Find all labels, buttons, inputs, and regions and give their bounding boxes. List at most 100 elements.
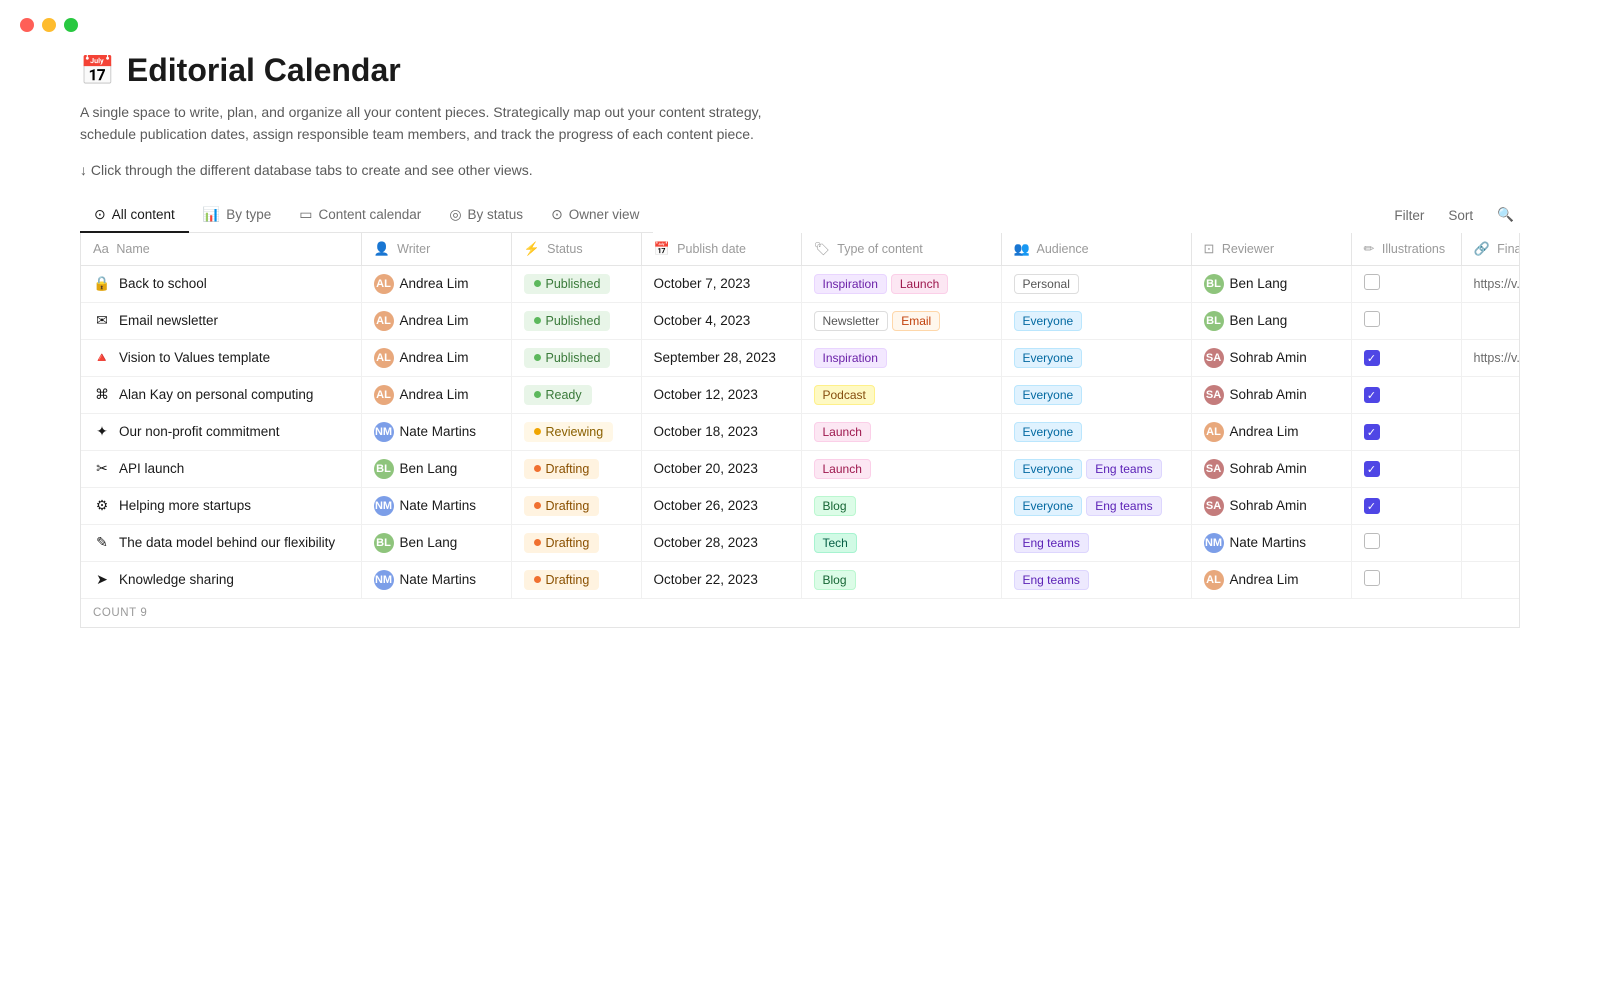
cell-name[interactable]: 🔺Vision to Values template	[81, 339, 361, 376]
col-header-audience[interactable]: 👥 Audience	[1001, 233, 1191, 266]
maximize-button[interactable]	[64, 18, 78, 32]
reviewer-name: Sohrab Amin	[1230, 498, 1307, 513]
cell-name[interactable]: ✦Our non-profit commitment	[81, 413, 361, 450]
tab-owner-view[interactable]: ⊙ Owner view	[537, 198, 653, 233]
cell-status[interactable]: Drafting	[511, 561, 641, 598]
type-tag: Blog	[814, 570, 856, 590]
cell-illustrations[interactable]	[1351, 561, 1461, 598]
table-row[interactable]: ✦Our non-profit commitmentNMNate Martins…	[81, 413, 1520, 450]
tab-all-content[interactable]: ⊙ All content	[80, 198, 189, 233]
sort-button[interactable]: Sort	[1442, 204, 1479, 227]
col-header-type[interactable]: 🏷 Type of content	[801, 233, 1001, 266]
table-row[interactable]: ✎The data model behind our flexibilityBL…	[81, 524, 1520, 561]
cell-writer: NMNate Martins	[361, 487, 511, 524]
cell-type: InspirationLaunch	[801, 265, 1001, 302]
table-row[interactable]: ⚙Helping more startupsNMNate MartinsDraf…	[81, 487, 1520, 524]
col-header-writer[interactable]: 👤 Writer	[361, 233, 511, 266]
cell-publish-date: September 28, 2023	[641, 339, 801, 376]
illustrations-checkbox[interactable]	[1364, 533, 1380, 549]
filter-button[interactable]: Filter	[1388, 204, 1430, 227]
cell-audience: Eng teams	[1001, 561, 1191, 598]
illustrations-checkbox[interactable]: ✓	[1364, 350, 1380, 366]
status-dot	[534, 280, 541, 287]
col-header-name[interactable]: Aa Name	[81, 233, 361, 266]
cell-status[interactable]: Reviewing	[511, 413, 641, 450]
publish-date-text: October 4, 2023	[654, 313, 751, 328]
cell-illustrations[interactable]: ✓	[1351, 339, 1461, 376]
table-row[interactable]: 🔒Back to schoolALAndrea LimPublishedOcto…	[81, 265, 1520, 302]
cell-name[interactable]: ✂API launch	[81, 450, 361, 487]
cell-status[interactable]: Ready	[511, 376, 641, 413]
col-header-illustrations[interactable]: ✏ Illustrations	[1351, 233, 1461, 266]
cell-illustrations[interactable]	[1351, 265, 1461, 302]
cell-audience: Everyone	[1001, 413, 1191, 450]
reviewer-name: Sohrab Amin	[1230, 387, 1307, 402]
cell-illustrations[interactable]	[1351, 302, 1461, 339]
status-label: Reviewing	[546, 425, 604, 439]
final-url-text[interactable]: https://v...	[1474, 351, 1521, 365]
cell-status[interactable]: Published	[511, 265, 641, 302]
cell-publish-date: October 18, 2023	[641, 413, 801, 450]
cell-name[interactable]: ➤Knowledge sharing	[81, 561, 361, 598]
cell-final-url	[1461, 413, 1520, 450]
publish-date-text: September 28, 2023	[654, 350, 776, 365]
cell-name[interactable]: 🔒Back to school	[81, 265, 361, 302]
cell-illustrations[interactable]: ✓	[1351, 413, 1461, 450]
cell-name[interactable]: ⚙Helping more startups	[81, 487, 361, 524]
cell-status[interactable]: Drafting	[511, 450, 641, 487]
illustrations-checkbox[interactable]	[1364, 570, 1380, 586]
writer-name: Ben Lang	[400, 461, 458, 476]
cell-illustrations[interactable]: ✓	[1351, 450, 1461, 487]
cell-name[interactable]: ⌘Alan Kay on personal computing	[81, 376, 361, 413]
cell-illustrations[interactable]: ✓	[1351, 376, 1461, 413]
cell-name[interactable]: ✎The data model behind our flexibility	[81, 524, 361, 561]
cell-status[interactable]: Published	[511, 302, 641, 339]
row-name-text: API launch	[119, 461, 184, 476]
illustrations-checkbox[interactable]: ✓	[1364, 424, 1380, 440]
table-row[interactable]: ✂API launchBLBen LangDraftingOctober 20,…	[81, 450, 1520, 487]
minimize-button[interactable]	[42, 18, 56, 32]
illustrations-checkbox[interactable]: ✓	[1364, 387, 1380, 403]
cell-status[interactable]: Published	[511, 339, 641, 376]
tab-by-type[interactable]: 📊 By type	[189, 198, 285, 233]
reviewer-name: Andrea Lim	[1230, 572, 1299, 587]
status-label: Drafting	[546, 536, 590, 550]
audience-tag: Everyone	[1014, 459, 1083, 479]
illustrations-checkbox[interactable]: ✓	[1364, 461, 1380, 477]
cell-name[interactable]: ✉Email newsletter	[81, 302, 361, 339]
table-row[interactable]: 🔺Vision to Values templateALAndrea LimPu…	[81, 339, 1520, 376]
illustrations-checkbox[interactable]	[1364, 274, 1380, 290]
illustrations-checkbox[interactable]: ✓	[1364, 498, 1380, 514]
tab-by-status[interactable]: ◎ By status	[435, 198, 537, 233]
cell-illustrations[interactable]	[1351, 524, 1461, 561]
publish-date-text: October 20, 2023	[654, 461, 758, 476]
col-header-status[interactable]: ⚡ Status	[511, 233, 641, 266]
tab-content-calendar[interactable]: ▭ Content calendar	[285, 198, 435, 233]
close-button[interactable]	[20, 18, 34, 32]
cell-status[interactable]: Drafting	[511, 524, 641, 561]
illustrations-checkbox[interactable]	[1364, 311, 1380, 327]
col-header-final[interactable]: 🔗 Final	[1461, 233, 1520, 266]
search-button[interactable]: 🔍	[1491, 203, 1520, 227]
cell-publish-date: October 20, 2023	[641, 450, 801, 487]
col-header-reviewer[interactable]: ⊡ Reviewer	[1191, 233, 1351, 266]
type-tag: Launch	[891, 274, 948, 294]
writer-name: Andrea Lim	[400, 313, 469, 328]
cell-illustrations[interactable]: ✓	[1351, 487, 1461, 524]
row-name-text: Helping more startups	[119, 498, 251, 513]
row-name-text: Email newsletter	[119, 313, 218, 328]
status-label: Published	[546, 277, 601, 291]
table-row[interactable]: ⌘Alan Kay on personal computingALAndrea …	[81, 376, 1520, 413]
type-tag: Podcast	[814, 385, 875, 405]
final-url-text[interactable]: https://v...	[1474, 277, 1521, 291]
writer-name: Ben Lang	[400, 535, 458, 550]
cell-publish-date: October 12, 2023	[641, 376, 801, 413]
tab-content-calendar-label: Content calendar	[318, 207, 421, 222]
audience-tag: Everyone	[1014, 348, 1083, 368]
row-name-text: Alan Kay on personal computing	[119, 387, 313, 402]
table-row[interactable]: ➤Knowledge sharingNMNate MartinsDrafting…	[81, 561, 1520, 598]
table-row[interactable]: ✉Email newsletterALAndrea LimPublishedOc…	[81, 302, 1520, 339]
cell-status[interactable]: Drafting	[511, 487, 641, 524]
col-header-publish-date[interactable]: 📅 Publish date	[641, 233, 801, 266]
reviewer-avatar: SA	[1204, 496, 1224, 516]
